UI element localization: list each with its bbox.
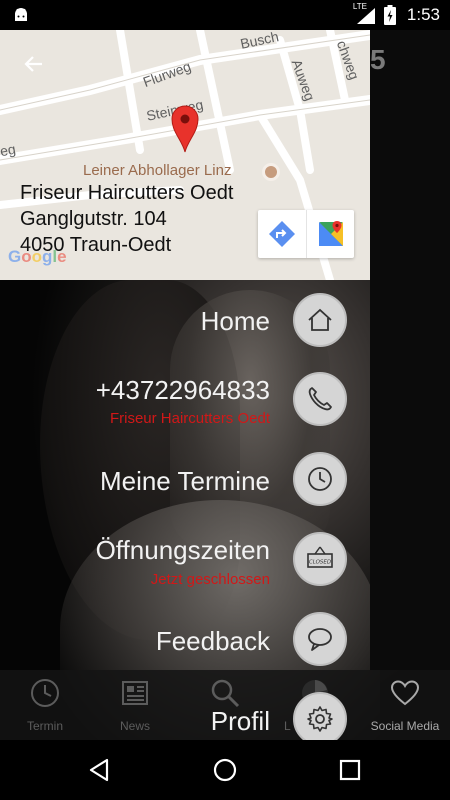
open-maps-button[interactable] bbox=[306, 210, 354, 258]
clock-icon bbox=[308, 467, 332, 491]
location-map[interactable]: Flurweg Busch Auweg chweg Steinweg eg Le… bbox=[0, 30, 370, 280]
menu-item-label: Meine Termine bbox=[99, 466, 270, 496]
phone-number: +43722964833 bbox=[95, 375, 270, 405]
directions-icon bbox=[269, 221, 295, 247]
phone-icon bbox=[308, 387, 332, 411]
home-button[interactable] bbox=[293, 293, 347, 347]
opening-hours-button[interactable]: CLOSED bbox=[293, 532, 347, 586]
google-watermark: Google bbox=[8, 247, 67, 266]
opening-status: Jetzt geschlossen bbox=[150, 571, 270, 588]
directions-button[interactable] bbox=[258, 210, 306, 258]
poi-label: Leiner Abhollager Linz bbox=[83, 162, 232, 179]
overlay-glyph: 5 bbox=[370, 44, 386, 75]
android-icon bbox=[15, 8, 27, 21]
map-action-buttons bbox=[258, 210, 354, 258]
termine-button[interactable] bbox=[293, 452, 347, 506]
status-bar: LTE 1:53 bbox=[0, 0, 450, 30]
poi-marker-icon bbox=[262, 163, 280, 181]
feedback-button[interactable] bbox=[293, 612, 347, 666]
phone-subtitle: Friseur Haircutters Oedt bbox=[109, 410, 270, 427]
recents-button-icon[interactable] bbox=[335, 755, 365, 785]
call-button[interactable] bbox=[293, 372, 347, 426]
clock: 1:53 bbox=[406, 5, 440, 24]
closed-sign-text: CLOSED bbox=[309, 560, 331, 566]
business-name: Friseur Haircutters Oedt bbox=[20, 182, 234, 204]
back-arrow-icon[interactable] bbox=[22, 52, 46, 76]
battery-charging-icon bbox=[383, 5, 396, 25]
back-button-icon[interactable] bbox=[85, 755, 115, 785]
google-maps-icon bbox=[319, 221, 343, 246]
gear-icon bbox=[307, 706, 333, 732]
menu-item-meine-termine[interactable]: Meine Termine bbox=[0, 451, 450, 511]
navigation-bar bbox=[0, 740, 450, 800]
closed-sign-icon: CLOSED bbox=[307, 546, 333, 568]
network-type: LTE bbox=[352, 2, 367, 11]
menu-item-label: Öffnungszeiten bbox=[95, 535, 270, 565]
profile-button[interactable] bbox=[293, 692, 347, 746]
menu-item-oeffnungszeiten[interactable]: Öffnungszeiten Jetzt geschlossen CLOSED bbox=[0, 531, 450, 591]
menu-item-home[interactable]: Home bbox=[0, 291, 450, 351]
home-icon bbox=[308, 308, 332, 331]
speech-bubble-icon bbox=[308, 628, 332, 651]
home-nav-icon[interactable] bbox=[210, 755, 240, 785]
map-marker-icon[interactable] bbox=[170, 104, 200, 154]
street-label: eg bbox=[0, 140, 17, 160]
menu-item-label: Profil bbox=[210, 706, 270, 736]
street-address: Ganglgutstr. 104 bbox=[20, 208, 167, 230]
menu-item-label: Home bbox=[200, 306, 270, 336]
menu-item-phone[interactable]: +43722964833 Friseur Haircutters Oedt bbox=[0, 371, 450, 431]
menu-item-label: Feedback bbox=[155, 626, 270, 656]
lte-signal-icon: LTE bbox=[352, 2, 377, 26]
menu-item-feedback[interactable]: Feedback bbox=[0, 611, 450, 671]
